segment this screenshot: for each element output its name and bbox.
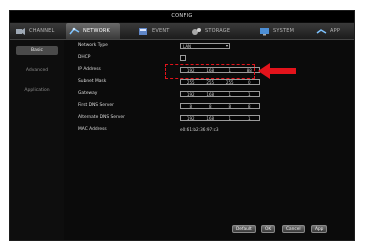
default-button[interactable]: Default (232, 225, 256, 233)
network-type-value: LAN (183, 44, 192, 49)
first-dns-octet[interactable]: 8 (240, 104, 260, 109)
alternate-dns-field[interactable]: 192 168 1 1 (180, 115, 260, 121)
subnet-octet[interactable]: 255 (220, 80, 240, 85)
alternate-dns-octet[interactable]: 1 (220, 116, 240, 121)
first-dns-octet[interactable]: 8 (201, 104, 221, 109)
storage-icon (192, 27, 201, 35)
red-arrow-icon (258, 63, 296, 79)
tab-label: APP (330, 28, 341, 34)
network-icon (69, 27, 80, 34)
event-icon (139, 27, 147, 35)
tab-network[interactable]: NETWORK (66, 23, 120, 39)
gateway-label: Gateway (78, 91, 98, 96)
config-window: CONFIG CHANNEL NETWORK EVENT STORAGE SYS… (9, 10, 355, 241)
tab-event[interactable]: EVENT (135, 23, 181, 39)
sidebar-item-application[interactable]: Application (16, 86, 58, 95)
subnet-mask-field[interactable]: 255 255 255 0 (180, 79, 260, 85)
gateway-octet[interactable]: 192 (181, 92, 201, 97)
sidebar: Basic Advanced Application (10, 40, 64, 240)
camera-icon (16, 27, 25, 35)
tab-app[interactable]: APP (313, 23, 353, 39)
tab-label: CHANNEL (29, 28, 55, 34)
subnet-mask-label: Subnet Mask (78, 79, 107, 84)
first-dns-label: First DNS Server (78, 103, 114, 108)
alternate-dns-label: Alternate DNS Server (78, 115, 125, 120)
network-type-label: Network Type (78, 43, 108, 48)
tab-label: NETWORK (83, 28, 110, 34)
alternate-dns-octet[interactable]: 168 (201, 116, 221, 121)
subnet-octet[interactable]: 255 (201, 80, 221, 85)
gateway-octet[interactable]: 1 (240, 92, 260, 97)
app-icon (316, 28, 327, 34)
tab-channel[interactable]: CHANNEL (12, 23, 64, 39)
mac-address-value: e0:61:b2:36:97:c3 (180, 127, 219, 132)
first-dns-octet[interactable]: 8 (220, 104, 240, 109)
mac-address-label: MAC Address (78, 127, 107, 132)
chevron-down-icon (226, 45, 228, 47)
sidebar-item-advanced[interactable]: Advanced (16, 66, 58, 75)
tab-system[interactable]: SYSTEM (256, 23, 310, 39)
tab-bar: CHANNEL NETWORK EVENT STORAGE SYSTEM APP (10, 23, 354, 40)
network-type-select[interactable]: LAN (180, 43, 230, 49)
ok-button[interactable]: OK (261, 225, 276, 233)
tab-storage[interactable]: STORAGE (188, 23, 248, 39)
tab-label: STORAGE (205, 28, 231, 34)
first-dns-octet[interactable]: 8 (181, 104, 201, 109)
sidebar-item-basic[interactable]: Basic (16, 46, 58, 55)
ip-address-label: IP Address (78, 67, 101, 72)
dhcp-checkbox[interactable] (180, 55, 186, 61)
tab-label: SYSTEM (273, 28, 295, 34)
apply-button[interactable]: App (311, 225, 328, 233)
subnet-octet[interactable]: 255 (181, 80, 201, 85)
alternate-dns-octet[interactable]: 1 (240, 116, 260, 121)
system-icon (260, 27, 269, 35)
gateway-octet[interactable]: 1 (220, 92, 240, 97)
subnet-octet[interactable]: 0 (240, 80, 260, 85)
alternate-dns-octet[interactable]: 192 (181, 116, 201, 121)
cancel-button[interactable]: Cancel (282, 225, 305, 233)
ip-address-highlight (165, 64, 255, 79)
gateway-field[interactable]: 192 168 1 1 (180, 91, 260, 97)
gateway-octet[interactable]: 168 (201, 92, 221, 97)
first-dns-field[interactable]: 8 8 8 8 (180, 103, 260, 109)
dhcp-label: DHCP (78, 55, 91, 60)
window-title: CONFIG (10, 11, 354, 22)
tab-label: EVENT (152, 28, 170, 34)
